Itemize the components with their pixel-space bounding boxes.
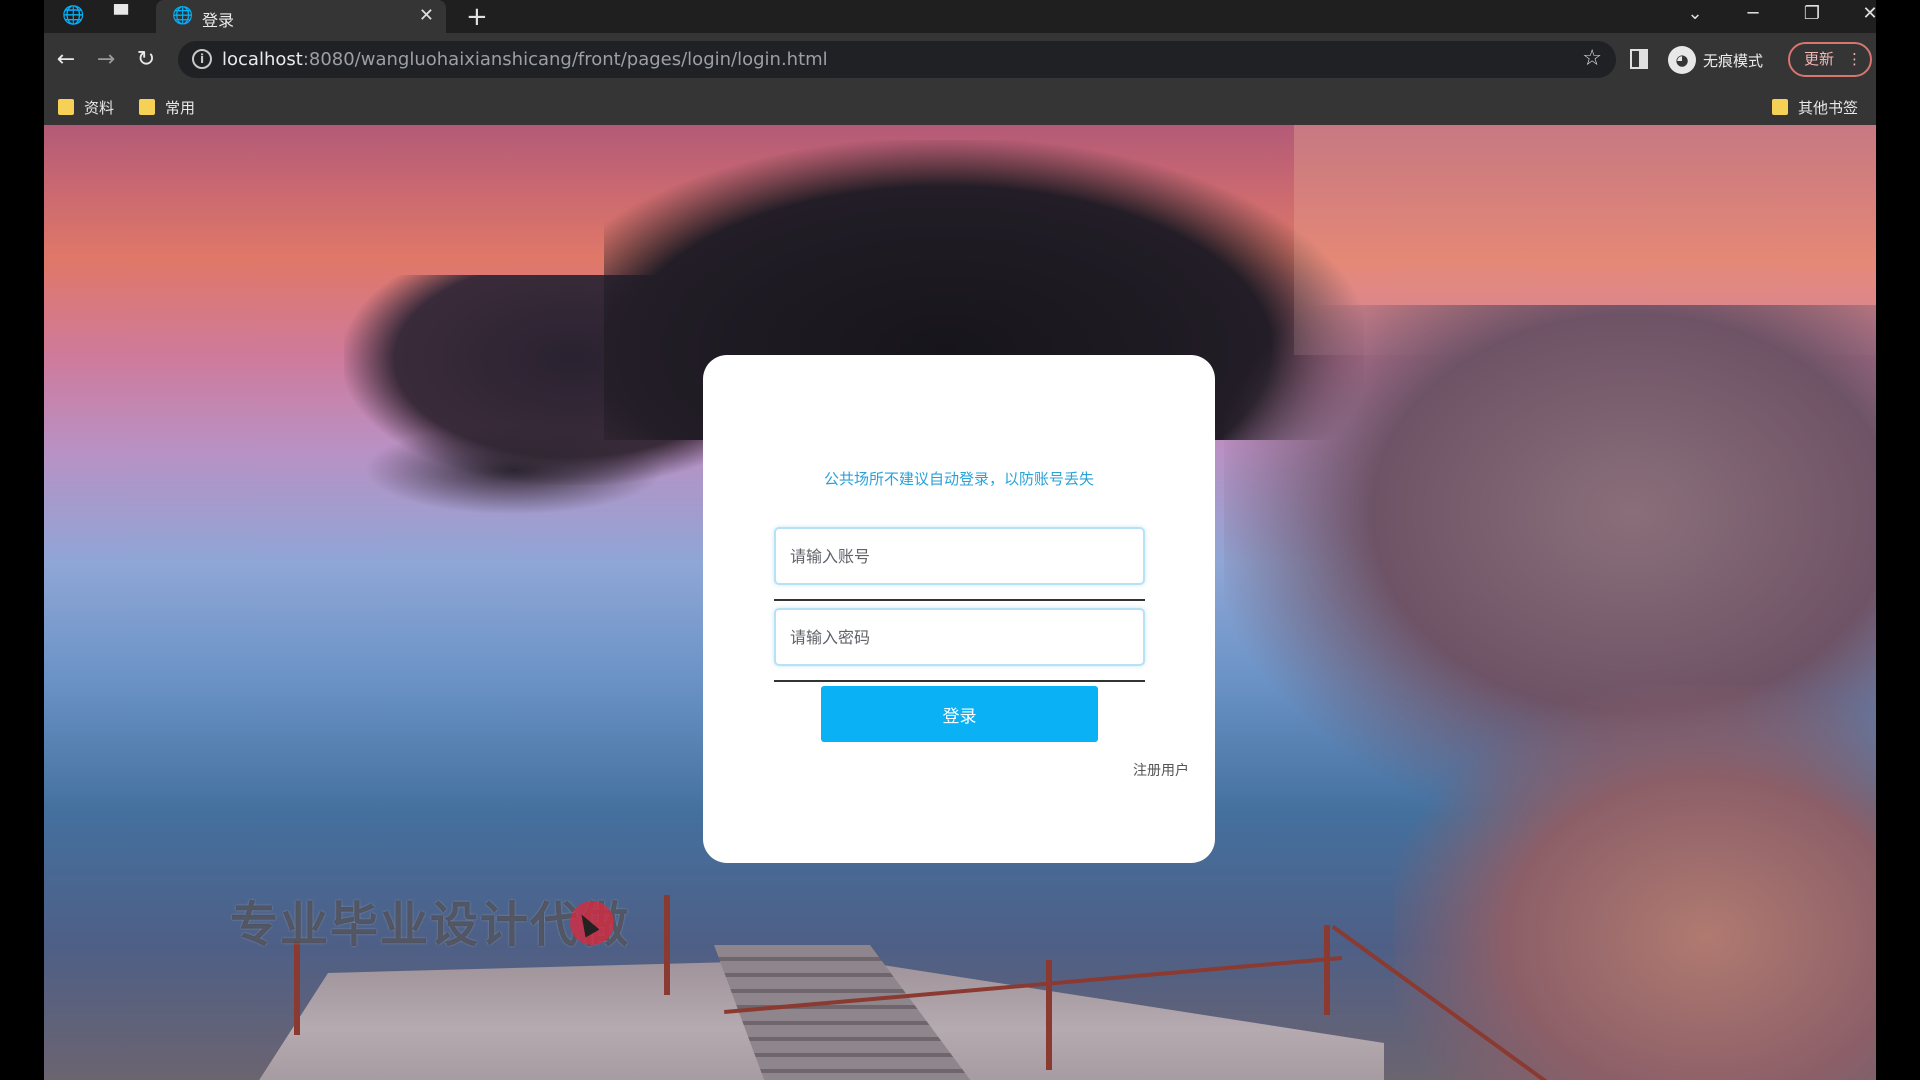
update-label: 更新 (1804, 50, 1835, 68)
menu-dots-icon[interactable]: ⋮ (1847, 44, 1862, 75)
login-card: 公共场所不建议自动登录，以防账号丢失 登录 注册用户 (703, 355, 1215, 863)
reload-icon[interactable]: ↻ (132, 46, 160, 74)
url-path: :8080/wangluohaixianshicang/front/pages/… (302, 49, 828, 70)
site-info-icon[interactable]: i (192, 49, 212, 69)
account-underline (774, 599, 1145, 601)
account-input[interactable] (774, 527, 1145, 585)
update-button[interactable]: 更新 ⋮ (1788, 42, 1872, 77)
railing-post (1046, 960, 1052, 1070)
back-arrow-icon[interactable]: ← (52, 46, 80, 74)
page-viewport: 公共场所不建议自动登录，以防账号丢失 登录 注册用户 专业毕业设计代做 (44, 125, 1876, 1080)
tab-login[interactable]: 🌐 登录 ✕ (156, 0, 446, 33)
tab-strip: 🌐 ▀ 🌐 登录 ✕ + ⌄ ─ ❐ ✕ (44, 0, 1878, 33)
browser-toolbar: ← → ↻ i localhost:8080/wangluohaixianshi… (44, 33, 1876, 88)
bookmark-label: 常用 (165, 99, 196, 117)
folder-icon (139, 99, 155, 115)
register-link[interactable]: 注册用户 (1133, 760, 1189, 780)
tab-title: 登录 (202, 11, 235, 30)
other-bookmarks[interactable]: 其他书签 (1772, 97, 1858, 118)
url-text[interactable]: localhost:8080/wangluohaixianshicang/fro… (222, 49, 828, 70)
url-host: localhost (222, 49, 303, 70)
bookmark-folder-ziliao[interactable]: 资料 (58, 97, 114, 118)
bookmark-star-icon[interactable]: ☆ (1582, 46, 1602, 71)
plus-icon[interactable]: + (466, 2, 488, 32)
password-input[interactable] (774, 608, 1145, 666)
globe-icon[interactable]: 🌐 (62, 5, 84, 27)
window-close-icon[interactable]: ✕ (1850, 3, 1890, 24)
tab-search-icon[interactable]: ▀ (110, 5, 132, 27)
railing-post (1324, 925, 1330, 1015)
other-bookmarks-label: 其他书签 (1798, 99, 1859, 117)
folder-icon (1772, 99, 1788, 115)
globe-favicon-icon: 🌐 (172, 6, 194, 26)
side-panel-icon[interactable] (1630, 49, 1648, 69)
screen: 🌐 ▀ 🌐 登录 ✕ + ⌄ ─ ❐ ✕ ← → ↻ i localhost:8… (0, 0, 1920, 1080)
password-underline (774, 680, 1145, 682)
incognito-label[interactable]: 无痕模式 (1703, 50, 1763, 71)
tab-list-chevron-icon[interactable]: ⌄ (1675, 3, 1715, 24)
bookmark-folder-changyong[interactable]: 常用 (139, 97, 195, 118)
bookmark-label: 资料 (84, 99, 115, 117)
forward-arrow-icon[interactable]: → (92, 46, 120, 74)
restore-icon[interactable]: ❐ (1792, 3, 1832, 24)
railing-post (664, 895, 670, 995)
background-islet (364, 425, 664, 515)
close-tab-icon[interactable]: ✕ (419, 5, 434, 26)
minimize-icon[interactable]: ─ (1733, 3, 1773, 24)
address-bar[interactable]: i localhost:8080/wangluohaixianshicang/f… (178, 41, 1616, 78)
bookmarks-bar: 资料 常用 其他书签 (44, 88, 1876, 125)
incognito-icon[interactable]: ◕ (1668, 46, 1696, 74)
folder-icon (58, 99, 74, 115)
login-hint: 公共场所不建议自动登录，以防账号丢失 (823, 470, 1094, 488)
login-button[interactable]: 登录 (821, 686, 1098, 742)
